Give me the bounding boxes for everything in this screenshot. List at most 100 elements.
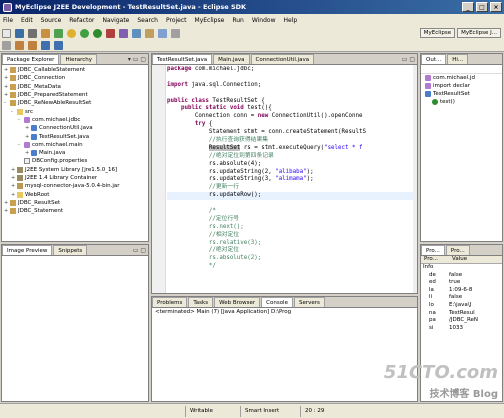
tree-item[interactable]: - src (4, 107, 146, 115)
outline-item[interactable]: com.michael.jd (421, 74, 502, 82)
tree-item[interactable]: + JDBC_Statement (4, 207, 146, 215)
tree-item[interactable]: + TestResultSet.java (4, 132, 146, 140)
code-line[interactable]: 14 ResultSet rs = stmt.executeQuery("sel… (167, 144, 413, 153)
menu-navigate[interactable]: Navigate (102, 17, 129, 24)
tab-problems[interactable]: Problems (152, 297, 188, 307)
code-line[interactable]: 22 /* (167, 208, 413, 216)
code-line[interactable]: 25 //相对定位 (167, 232, 413, 240)
view-minmax-icon[interactable]: ▭ ▢ (133, 247, 146, 254)
code-line[interactable]: 1package com.michael.jdbc; (167, 66, 413, 74)
tab-main[interactable]: Main.java (213, 54, 250, 64)
back-icon[interactable] (41, 40, 50, 50)
property-row[interactable]: la 1:09-6-8 (421, 287, 502, 295)
new-package-icon[interactable] (132, 28, 141, 38)
tab-connectionutil[interactable]: ConnectionUtil.java (250, 54, 315, 64)
prev-annotation-icon[interactable] (28, 40, 37, 50)
code-line[interactable]: 20 rs.updateRow(); (167, 192, 413, 201)
outline-item[interactable]: test() (421, 98, 502, 106)
menu-source[interactable]: Source (41, 17, 62, 24)
property-row[interactable]: si 1033 (421, 325, 502, 333)
perspective-myeclipse-j2ee[interactable]: MyEclipse J... (457, 28, 501, 38)
code-line[interactable]: 10 Connection conn = new ConnectionUtil(… (167, 113, 413, 121)
open-type-icon[interactable] (67, 28, 76, 38)
save-icon[interactable] (15, 28, 24, 38)
code-line[interactable]: 28 rs.absolute(2); (167, 255, 413, 263)
code-line[interactable]: 12 Statement stmt = conn.createStatement… (167, 129, 413, 137)
tree-item[interactable]: + WebRoot (4, 190, 146, 198)
external-tools-icon[interactable] (106, 28, 115, 38)
info-group[interactable]: Info (421, 264, 502, 272)
tab-snippets[interactable]: Snippets (53, 245, 88, 255)
code-area[interactable]: 1package com.michael.jdbc;23import java.… (167, 66, 413, 293)
menu-window[interactable]: Window (252, 17, 276, 24)
code-line[interactable]: 11 try { (167, 121, 413, 129)
tab-hierarchy[interactable]: Hierarchy (60, 54, 98, 64)
property-row[interactable]: de false (421, 272, 502, 280)
code-line[interactable]: 9 public static void test(){ (167, 105, 413, 113)
tab-console[interactable]: Console (261, 297, 293, 307)
menu-myeclipse[interactable]: MyEclipse (195, 17, 225, 24)
code-line[interactable]: 8public class TestResultSet { (167, 98, 413, 106)
tree-item[interactable]: + JDBC_ResultSet (4, 199, 146, 207)
property-row[interactable]: na TestResul (421, 310, 502, 318)
property-row[interactable]: ed true (421, 279, 502, 287)
code-line[interactable]: 2 (167, 74, 413, 82)
tab-servers[interactable]: Servers (293, 297, 325, 307)
overview-ruler[interactable] (413, 65, 417, 293)
outline-item[interactable]: import declar (421, 82, 502, 90)
code-line[interactable]: 24 rs.next(); (167, 224, 413, 232)
open-folder-icon[interactable] (145, 28, 154, 38)
tab-web-browser[interactable]: Web Browser (214, 297, 261, 307)
tab-properties[interactable]: Pro... (421, 245, 445, 255)
menu-edit[interactable]: Edit (21, 17, 33, 24)
tab-testresultset[interactable]: TestResultSet.java (152, 54, 213, 64)
tab-image-preview[interactable]: Image Preview (2, 245, 53, 255)
code-line[interactable]: 17 rs.updateString(2, "alibaba"); (167, 169, 413, 177)
tree-item[interactable]: - JDBC_ReNewAbleResultSet (4, 99, 146, 107)
close-button[interactable]: × (490, 2, 502, 12)
run-icon[interactable] (93, 28, 102, 38)
tree-item[interactable]: + JDBC_CallableStatement (4, 66, 146, 74)
forward-icon[interactable] (54, 40, 63, 50)
tree-item[interactable]: + Main.java (4, 149, 146, 157)
debug-icon[interactable] (80, 28, 89, 38)
view-menu-icon[interactable]: ▾ ▭ ▢ (128, 56, 146, 63)
code-line[interactable]: 23 //定位行号 (167, 216, 413, 224)
menu-project[interactable]: Project (166, 17, 187, 24)
tab-hierarchy-2[interactable]: Hi... (447, 54, 469, 64)
editor-minmax-icon[interactable]: ▭ ▢ (402, 56, 415, 63)
next-annotation-icon[interactable] (15, 40, 24, 50)
java-editor[interactable]: TestResultSet.java Main.java ConnectionU… (151, 53, 418, 294)
tree-item[interactable]: + JDBC_MetaData (4, 83, 146, 91)
menu-refactor[interactable]: Refactor (69, 17, 94, 24)
menu-help[interactable]: Help (284, 17, 298, 24)
pencil-icon[interactable] (171, 28, 180, 38)
maximize-button[interactable]: □ (476, 2, 488, 12)
code-line[interactable]: 16 rs.absolute(4); (167, 161, 413, 169)
minimize-button[interactable]: _ (462, 2, 474, 12)
new-icon[interactable] (2, 28, 11, 38)
tab-tasks[interactable]: Tasks (188, 297, 214, 307)
deploy-icon[interactable] (41, 28, 50, 38)
print-icon[interactable] (28, 28, 37, 38)
server-icon[interactable] (54, 28, 63, 38)
tree-item[interactable]: + ConnectionUtil.java (4, 124, 146, 132)
tab-package-explorer[interactable]: Package Explorer (2, 54, 60, 64)
tree-item[interactable]: DBConfig.properties (4, 157, 146, 165)
new-java-class-icon[interactable] (119, 28, 128, 38)
outline-item[interactable]: TestResultSet (421, 90, 502, 98)
menu-search[interactable]: Search (137, 17, 158, 24)
search-icon[interactable] (158, 28, 167, 38)
tree-item[interactable]: + JDBC_Connection (4, 74, 146, 82)
code-line[interactable]: 7 (167, 90, 413, 98)
tree-item[interactable]: + J2EE System Library [jre1.5.0_16] (4, 166, 146, 174)
property-row[interactable]: lo E:\java\J (421, 302, 502, 310)
code-line[interactable]: 29 */ (167, 263, 413, 271)
menu-run[interactable]: Run (232, 17, 244, 24)
code-line[interactable]: 19 //更新一行 (167, 184, 413, 192)
toggle-mark-icon[interactable] (2, 40, 11, 50)
code-line[interactable]: 21 (167, 200, 413, 208)
tree-item[interactable]: + J2EE 1.4 Library Container (4, 174, 146, 182)
code-line[interactable]: 27 //绝对定位 (167, 247, 413, 255)
tab-properties-2[interactable]: Pro... (445, 245, 470, 255)
